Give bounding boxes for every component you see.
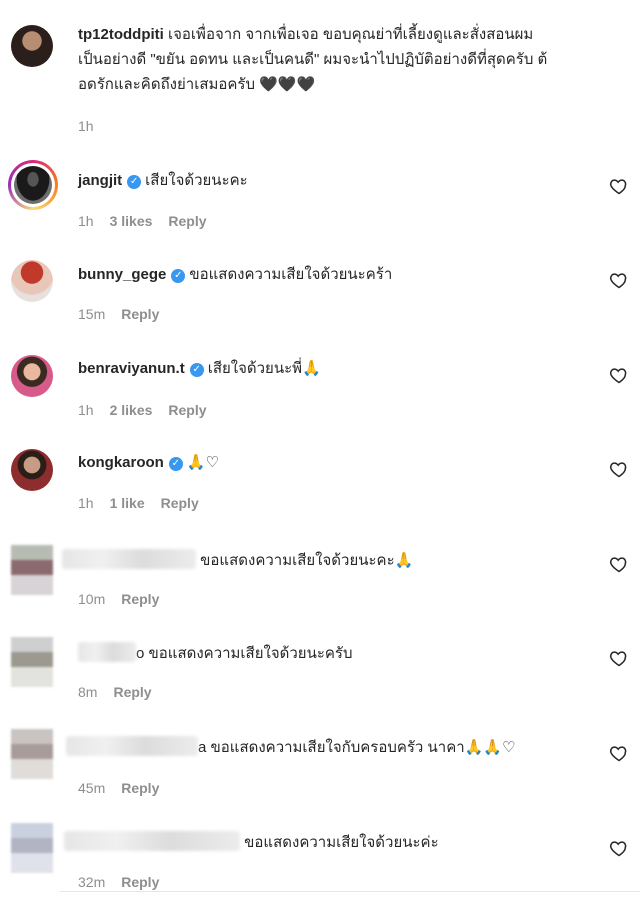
heart-outline-icon[interactable] [609, 648, 629, 668]
comment-time: 1h [78, 495, 94, 511]
comment-text: ขอแสดงความเสียใจกับครอบครัว นาคา🙏🙏♡ [210, 739, 516, 756]
reply-button[interactable]: Reply [121, 591, 159, 607]
username[interactable]: jangjit [78, 172, 122, 189]
heart-outline-icon[interactable] [609, 459, 629, 479]
comment-likes[interactable]: 1 like [110, 495, 145, 511]
comment-meta: 1h 2 likes Reply [78, 402, 223, 418]
comment-time: 1h [78, 118, 94, 134]
comment-body: bunny_gege ✓ ขอแสดงความเสียใจด้วยนะคร้า [78, 264, 392, 285]
reply-button[interactable]: Reply [168, 213, 206, 229]
reply-button[interactable]: Reply [161, 495, 199, 511]
comment-meta: 1h [78, 118, 110, 134]
redacted-username [78, 642, 136, 662]
heart-outline-icon[interactable] [609, 838, 629, 858]
comment-body: ขอแสดงความเสียใจด้วยนะค่ะ [64, 831, 439, 853]
username[interactable]: benraviyanun.t [78, 360, 185, 377]
redacted-username [62, 549, 196, 569]
reply-button[interactable]: Reply [121, 306, 159, 322]
comment-meta: 15m Reply [78, 306, 175, 322]
comment-time: 15m [78, 306, 106, 322]
comment-time: 32m [78, 874, 106, 890]
heart-outline-icon[interactable] [609, 176, 629, 196]
verified-badge-icon: ✓ [168, 457, 183, 471]
username[interactable]: bunny_gege [78, 266, 166, 283]
avatar[interactable] [11, 637, 53, 687]
comment-meta: 10m Reply [78, 591, 175, 607]
heart-outline-icon[interactable] [609, 270, 629, 290]
redacted-username [64, 831, 240, 851]
comment-likes[interactable]: 2 likes [110, 402, 153, 418]
comment-body: jangjit ✓ เสียใจด้วยนะคะ [78, 170, 248, 191]
comment-body: benraviyanun.t ✓ เสียใจด้วยนะพี่🙏 [78, 358, 321, 379]
comment-text: เป็นอย่างดี "ขยัน อดทน และเป็นคนดี" ผมจะ… [78, 51, 548, 68]
comment-body: ขอแสดงความเสียใจด้วยนะคะ🙏 [62, 549, 413, 571]
avatar[interactable] [8, 160, 58, 210]
reply-button[interactable]: Reply [113, 684, 151, 700]
avatar[interactable] [11, 260, 53, 302]
avatar-ring-gap [11, 163, 55, 207]
comment-meta: 32m Reply [78, 874, 175, 890]
comment-meta: 1h 1 like Reply [78, 495, 215, 511]
username[interactable]: tp12toddpiti [78, 26, 164, 43]
comment-body: tp12toddpiti เจอเพื่อจาก จากเพื่อเจอ ขอบ… [78, 22, 630, 97]
reply-button[interactable]: Reply [121, 874, 159, 890]
avatar-image [14, 166, 52, 204]
avatar[interactable] [11, 545, 53, 595]
comment-meta: 45m Reply [78, 780, 175, 796]
comment-time: 1h [78, 402, 94, 418]
verified-badge-icon: ✓ [171, 269, 186, 283]
heart-outline-icon[interactable] [609, 365, 629, 385]
divider [60, 891, 640, 892]
comment-text: ขอแสดงความเสียใจด้วยนะคร้า [189, 266, 393, 283]
reply-button[interactable]: Reply [121, 780, 159, 796]
comment-text: เสียใจด้วยนะคะ [145, 172, 248, 189]
comment-text: ขอแสดงความเสียใจด้วยนะค่ะ [244, 834, 439, 851]
comment-text: เสียใจด้วยนะพี่🙏 [207, 360, 321, 377]
username[interactable]: a [198, 739, 206, 756]
heart-outline-icon[interactable] [609, 554, 629, 574]
comment-meta: 8m Reply [78, 684, 168, 700]
comment-text: ขอแสดงความเสียใจด้วยนะครับ [148, 645, 353, 662]
avatar[interactable] [11, 729, 53, 779]
comment-body: a ขอแสดงความเสียใจกับครอบครัว นาคา🙏🙏♡ [66, 736, 515, 758]
comment-body: kongkaroon ✓ 🙏♡ [78, 452, 219, 473]
reply-button[interactable]: Reply [168, 402, 206, 418]
comment-text: เจอเพื่อจาก จากเพื่อเจอ ขอบคุณย่าที่เลี้… [168, 26, 534, 43]
comment-body: o ขอแสดงความเสียใจด้วยนะครับ [78, 642, 353, 664]
avatar[interactable] [11, 355, 53, 397]
comment-time: 10m [78, 591, 106, 607]
verified-badge-icon: ✓ [127, 175, 142, 189]
redacted-username [66, 736, 198, 756]
verified-badge-icon: ✓ [189, 363, 204, 377]
comment-meta: 1h 3 likes Reply [78, 213, 223, 229]
heart-outline-icon[interactable] [609, 743, 629, 763]
comment-time: 45m [78, 780, 106, 796]
username[interactable]: o [136, 645, 144, 662]
avatar[interactable] [11, 25, 53, 67]
comment-likes[interactable]: 3 likes [110, 213, 153, 229]
comment-time: 8m [78, 684, 98, 700]
comment-text: 🙏♡ [186, 454, 219, 471]
comment-time: 1h [78, 213, 94, 229]
username[interactable]: kongkaroon [78, 454, 164, 471]
avatar[interactable] [11, 449, 53, 491]
comment-text: ขอแสดงความเสียใจด้วยนะคะ🙏 [200, 552, 414, 569]
comment-text: อดรักและคิดถึงย่าเสมอครับ 🖤🖤🖤 [78, 76, 316, 93]
avatar[interactable] [11, 823, 53, 873]
